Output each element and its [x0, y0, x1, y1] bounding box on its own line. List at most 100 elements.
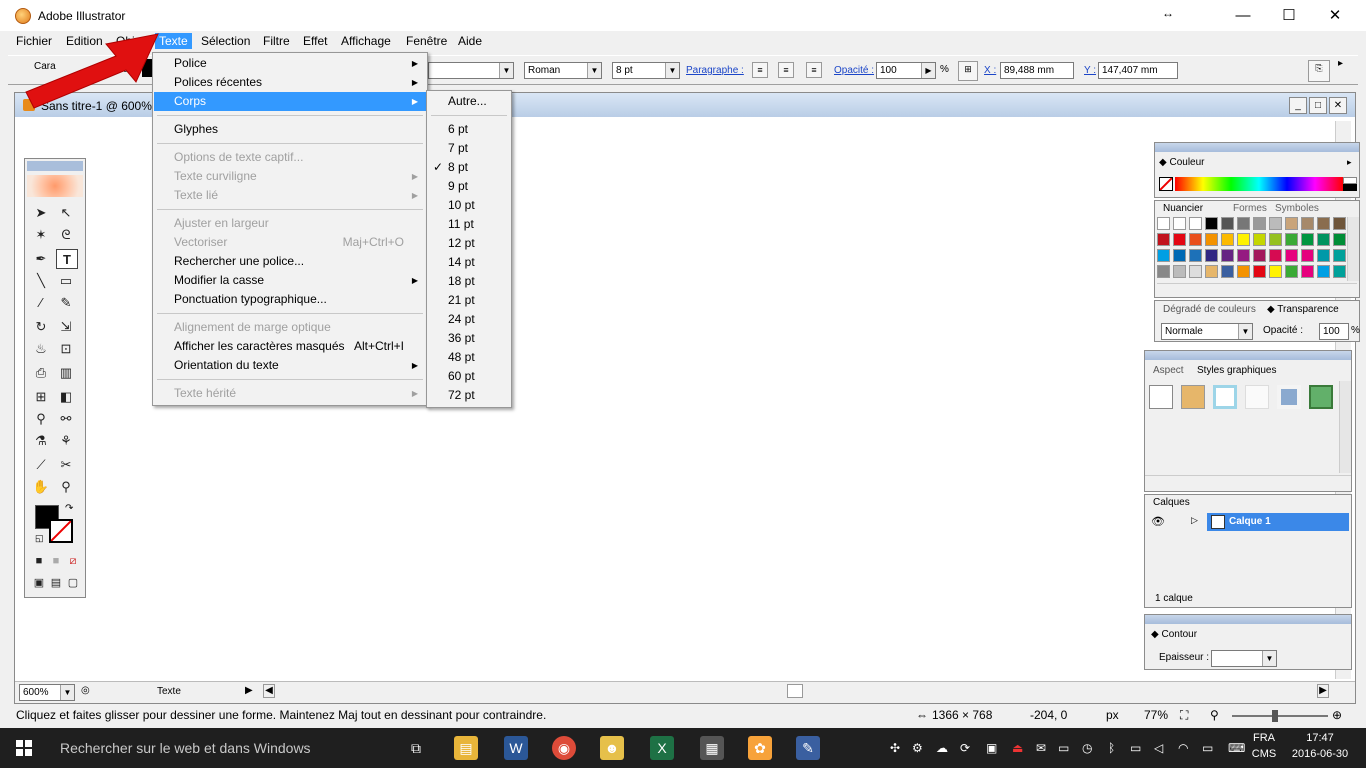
color-swatch[interactable]	[1237, 217, 1250, 230]
menu-item-corps[interactable]: Corps ▶	[154, 92, 426, 111]
color-swatch[interactable]	[1253, 233, 1266, 246]
file-explorer-icon[interactable]: ▤	[454, 736, 478, 760]
color-swatch[interactable]	[1237, 249, 1250, 262]
swap-colors-icon[interactable]: ↷	[65, 503, 73, 514]
zoom-slider-thumb[interactable]	[1272, 710, 1278, 722]
corps-size-item[interactable]: 48 pt	[428, 348, 510, 367]
corps-size-item[interactable]: 14 pt	[428, 253, 510, 272]
x-input[interactable]: 89,488 mm	[1000, 62, 1074, 79]
zoom-tool-icon[interactable]: ⚲	[55, 477, 77, 497]
style-swatch-default[interactable]	[1149, 385, 1173, 409]
folder-icon[interactable]: ▭	[1058, 741, 1069, 755]
reference-point-icon[interactable]: ⊞	[958, 61, 978, 81]
scroll-right-button[interactable]: ▶	[1317, 684, 1329, 698]
zoom-slider[interactable]	[1232, 715, 1328, 717]
illustrator-taskbar-icon[interactable]: ✿	[748, 736, 772, 760]
color-swatch[interactable]	[1173, 233, 1186, 246]
slice-tool-icon[interactable]: ⟋	[30, 455, 52, 475]
color-swatch[interactable]	[1285, 265, 1298, 278]
direct-selection-tool-icon[interactable]: ↖	[55, 203, 77, 223]
color-swatch[interactable]	[1285, 233, 1298, 246]
color-swatch[interactable]	[1157, 249, 1170, 262]
color-swatch[interactable]	[1173, 249, 1186, 262]
zoom-out-icon[interactable]: ⚲	[1210, 708, 1219, 722]
corps-size-item[interactable]: 36 pt	[428, 329, 510, 348]
color-swatch[interactable]	[1157, 217, 1170, 230]
swatch-scrollbar[interactable]	[1347, 217, 1359, 281]
corps-size-item[interactable]: 18 pt	[428, 272, 510, 291]
magic-wand-tool-icon[interactable]: ✶	[30, 225, 52, 245]
line-tool-icon[interactable]: ╲	[30, 271, 52, 291]
corps-size-item[interactable]: 21 pt	[428, 291, 510, 310]
close-button[interactable]: ✕	[1312, 0, 1358, 31]
word-icon[interactable]: W	[504, 736, 528, 760]
opacite-input[interactable]: 100	[1319, 323, 1349, 340]
scale-tool-icon[interactable]: ⇲	[55, 317, 77, 337]
live-paint-tool-icon[interactable]: ⚗	[30, 431, 52, 451]
selection-tool-icon[interactable]: ➤	[30, 203, 52, 223]
color-swatch[interactable]	[1253, 249, 1266, 262]
swatch-footer-icons[interactable]	[1157, 283, 1357, 297]
color-swatch[interactable]	[1333, 265, 1346, 278]
y-label[interactable]: Y :	[1084, 65, 1096, 76]
align-center-icon[interactable]: ≡	[778, 62, 794, 78]
sync-icon[interactable]: ⟳	[960, 741, 970, 755]
document-setup-icon[interactable]: ⎘	[1308, 60, 1330, 82]
wifi-icon[interactable]: ◠	[1178, 741, 1188, 755]
color-swatch[interactable]	[1317, 265, 1330, 278]
menu-item-options-texte-captif[interactable]: Options de texte captif...	[154, 148, 426, 167]
menu-item-ponctuation[interactable]: Ponctuation typographique...	[154, 290, 426, 309]
color-swatch[interactable]	[1333, 217, 1346, 230]
hand-tool-icon[interactable]: ✋	[30, 477, 52, 497]
corps-size-item[interactable]: 7 pt	[428, 139, 510, 158]
pen-tool-icon[interactable]: ✒	[30, 249, 52, 269]
pencil-tool-icon[interactable]: ✎	[55, 293, 77, 313]
corps-size-item[interactable]: 12 pt	[428, 234, 510, 253]
black-swatch[interactable]	[1343, 184, 1357, 191]
color-swatch[interactable]	[1301, 217, 1314, 230]
color-swatch[interactable]	[1285, 217, 1298, 230]
layer-row-calque-1[interactable]: Calque 1	[1207, 513, 1349, 531]
color-swatch[interactable]	[1173, 217, 1186, 230]
chrome-icon[interactable]: ◉	[552, 736, 576, 760]
color-swatch[interactable]	[1157, 265, 1170, 278]
minimize-button[interactable]: —	[1220, 0, 1266, 31]
color-swatch[interactable]	[1317, 217, 1330, 230]
contour-tab[interactable]: ◆ Contour	[1151, 629, 1197, 640]
stroke-color-box[interactable]	[49, 519, 73, 543]
expand-triangle-icon[interactable]: ▷	[1191, 515, 1198, 526]
free-transform-tool-icon[interactable]: ⊡	[55, 339, 77, 359]
menu-selection[interactable]: Sélection	[197, 33, 254, 49]
formes-tab[interactable]: Formes	[1233, 203, 1267, 214]
corps-size-item[interactable]: 24 pt	[428, 310, 510, 329]
color-swatch[interactable]	[1221, 233, 1234, 246]
zoom-in-icon[interactable]: ⊕	[1332, 708, 1342, 722]
battery-icon[interactable]: ▭	[1130, 741, 1141, 755]
display-icon[interactable]: ▣	[986, 741, 997, 755]
corps-size-item[interactable]: 10 pt	[428, 196, 510, 215]
gradient-tool-icon[interactable]: ◧	[55, 387, 77, 407]
menu-item-texte-herite[interactable]: Texte hérité ▶	[154, 384, 426, 403]
x-label[interactable]: X :	[984, 65, 996, 76]
color-swatch[interactable]	[1269, 249, 1282, 262]
windows-start-icon[interactable]	[0, 728, 48, 768]
taskbar-search[interactable]: Rechercher sur le web et dans Windows	[60, 740, 311, 756]
color-swatch[interactable]	[1221, 249, 1234, 262]
rotate-tool-icon[interactable]: ↻	[30, 317, 52, 337]
menu-effet[interactable]: Effet	[299, 33, 331, 49]
menu-item-vectoriser[interactable]: Vectoriser Maj+Ctrl+O	[154, 233, 426, 252]
color-swatch[interactable]	[1301, 249, 1314, 262]
corps-size-item[interactable]: 72 pt	[428, 386, 510, 405]
color-swatch[interactable]	[1189, 265, 1202, 278]
scissors-tool-icon[interactable]: ✂	[55, 455, 77, 475]
color-swatch[interactable]	[1237, 265, 1250, 278]
paintbrush-tool-icon[interactable]: ⁄	[30, 293, 52, 313]
style-swatch-blue-outline[interactable]	[1213, 385, 1237, 409]
eyedropper-tool-icon[interactable]: ⚲	[30, 409, 52, 429]
color-swatch[interactable]	[1189, 217, 1202, 230]
corps-size-item[interactable]: 6 pt	[428, 120, 510, 139]
menu-item-police[interactable]: Police ▶	[154, 54, 426, 73]
corps-size-item[interactable]: 11 pt	[428, 215, 510, 234]
transparence-tab[interactable]: ◆ Transparence	[1267, 304, 1339, 315]
color-swatch[interactable]	[1333, 249, 1346, 262]
